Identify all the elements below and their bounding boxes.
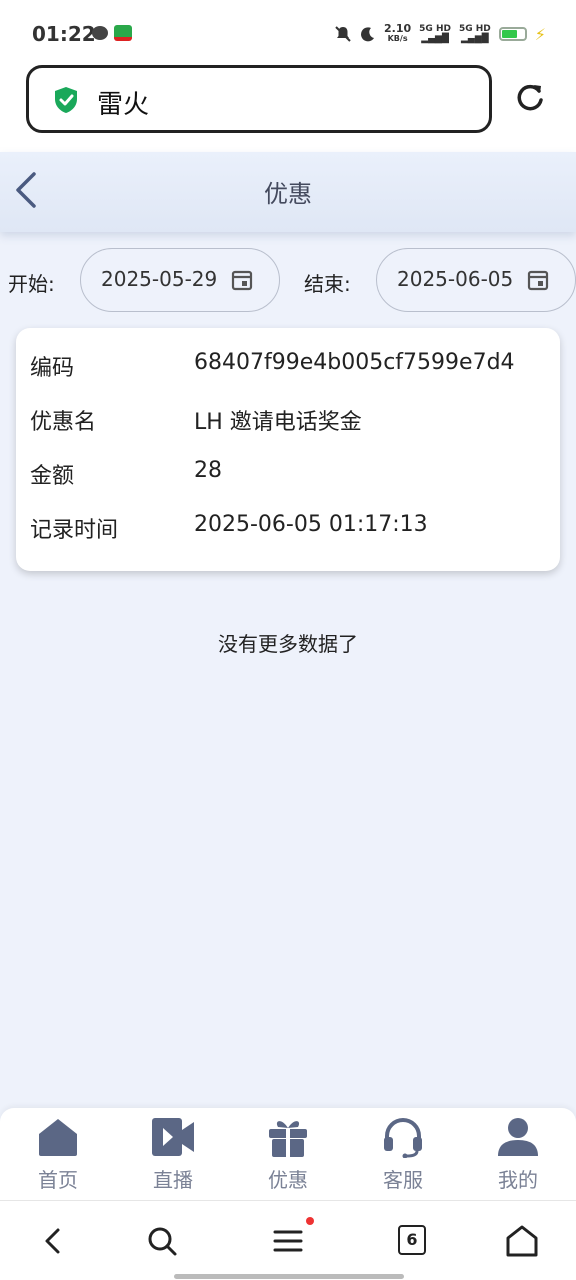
- mute-icon: [335, 26, 351, 42]
- tab-label: 直播: [153, 1168, 193, 1192]
- record-value: 68407f99e4b005cf7599e7d4: [194, 350, 515, 375]
- record-row-code: 编码 68407f99e4b005cf7599e7d4: [16, 334, 560, 388]
- record-value: LH 邀请电话奖金: [194, 410, 362, 435]
- gift-icon: [269, 1121, 307, 1157]
- page-header: 优惠: [0, 152, 576, 232]
- end-date-label: 结束:: [304, 272, 351, 296]
- app-notification-icon: [114, 25, 132, 41]
- record-value: 2025-06-05 01:17:13: [194, 512, 428, 537]
- record-key: 记录时间: [30, 518, 119, 543]
- notification-dot: [306, 1217, 314, 1225]
- calendar-icon[interactable]: [231, 269, 253, 291]
- start-date-value: 2025-05-29: [101, 267, 218, 291]
- discount-record-card[interactable]: 编码 68407f99e4b005cf7599e7d4 优惠名 LH 邀请电话奖…: [16, 328, 560, 571]
- record-key: 金额: [30, 464, 75, 489]
- record-value: 28: [194, 458, 222, 483]
- calendar-icon[interactable]: [527, 269, 549, 291]
- sim2-signal: 5G HD ▂▄▆█: [458, 24, 491, 44]
- do-not-disturb-moon-icon: [361, 27, 375, 42]
- end-date-input[interactable]: 2025-06-05: [376, 248, 576, 312]
- browser-toolbar: 雷火: [0, 62, 576, 152]
- tab-label: 优惠: [268, 1168, 308, 1192]
- start-date-label: 开始:: [8, 272, 55, 296]
- signal-bars-icon: ▂▄▆█: [461, 34, 489, 44]
- record-row-time: 记录时间 2025-06-05 01:17:13: [16, 496, 560, 550]
- home-indicator: [174, 1274, 404, 1279]
- date-filter: 开始: 2025-05-29 结束: 2025-06-05: [0, 248, 576, 312]
- tab-label: 客服: [383, 1168, 423, 1192]
- address-bar[interactable]: 雷火: [26, 65, 492, 133]
- network-speed: 2.10 KB/s: [384, 22, 412, 43]
- secure-shield-icon: [55, 87, 77, 113]
- tab-home[interactable]: 首页: [8, 1116, 108, 1196]
- search-icon[interactable]: [144, 1223, 180, 1259]
- browser-navigation-bar: 6: [0, 1200, 576, 1280]
- tab-label: 我的: [498, 1168, 538, 1192]
- tab-count-button[interactable]: 6: [398, 1225, 426, 1255]
- no-more-data-text: 没有更多数据了: [218, 632, 358, 656]
- user-icon: [498, 1118, 538, 1156]
- home-icon[interactable]: [504, 1223, 540, 1259]
- reload-icon[interactable]: [512, 80, 548, 116]
- tab-support[interactable]: 客服: [353, 1116, 453, 1196]
- record-key: 优惠名: [30, 410, 97, 435]
- tab-discount[interactable]: 优惠: [238, 1116, 338, 1196]
- address-text: 雷火: [97, 90, 150, 120]
- sim1-signal: 5G HD ▂▄▆█: [419, 24, 451, 44]
- message-icon: [92, 26, 108, 40]
- status-bar: 01:22 2.10 KB/s 5G HD ▂▄▆█ 5G HD ▂▄▆█ ⚡: [0, 0, 576, 62]
- page-title: 优惠: [264, 180, 312, 208]
- home-icon: [39, 1119, 77, 1156]
- record-row-amount: 金额 28: [16, 442, 560, 496]
- end-date-value: 2025-06-05: [397, 267, 514, 291]
- bottom-tab-bar: 首页 直播 优惠 客服 我的: [0, 1108, 576, 1200]
- tab-label: 首页: [38, 1168, 78, 1192]
- charging-icon: ⚡: [534, 24, 546, 44]
- status-time: 01:22: [32, 22, 96, 46]
- signal-bars-icon: ▂▄▆█: [421, 34, 449, 44]
- video-camera-icon: [152, 1118, 194, 1156]
- start-date-input[interactable]: 2025-05-29: [80, 248, 280, 312]
- record-row-name: 优惠名 LH 邀请电话奖金: [16, 388, 560, 442]
- tab-profile[interactable]: 我的: [468, 1116, 568, 1196]
- menu-icon[interactable]: [270, 1223, 306, 1259]
- status-indicators: 2.10 KB/s 5G HD ▂▄▆█ 5G HD ▂▄▆█ ⚡: [334, 22, 546, 44]
- record-key: 编码: [30, 356, 75, 381]
- battery-icon: [498, 27, 527, 41]
- headset-icon: [384, 1118, 422, 1158]
- browser-back-icon[interactable]: [36, 1223, 72, 1259]
- tab-live[interactable]: 直播: [123, 1116, 223, 1196]
